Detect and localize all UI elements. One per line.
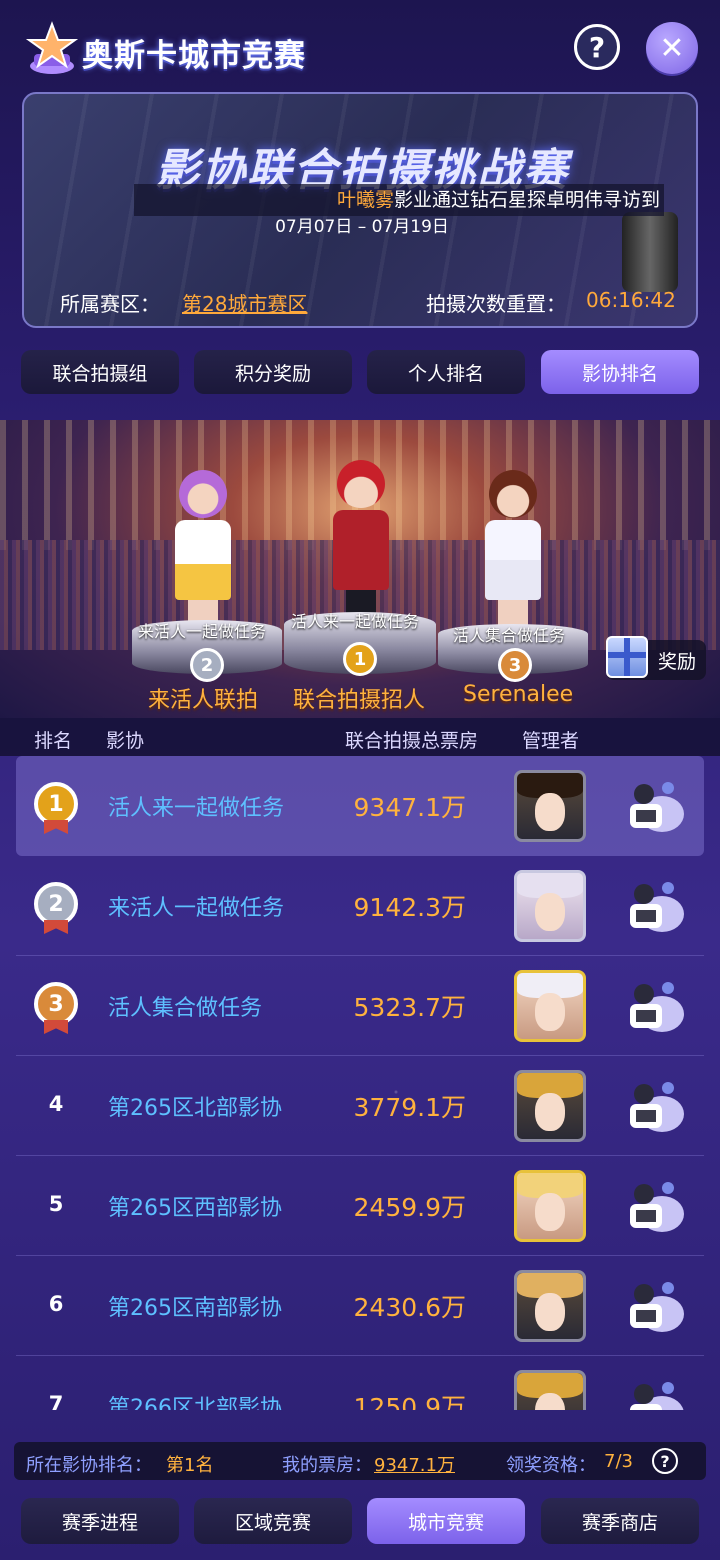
help-button[interactable]: ? bbox=[574, 24, 620, 70]
manager-avatar[interactable] bbox=[514, 970, 586, 1042]
manager-group-icon[interactable] bbox=[622, 1376, 686, 1410]
guild-votes: 3779.1万 bbox=[353, 1093, 466, 1122]
manager-group-icon[interactable] bbox=[622, 1176, 686, 1236]
guild-rank-label: 所在影协排名： bbox=[26, 1455, 152, 1476]
first-place-team: 活人来一起做任务 bbox=[291, 612, 420, 631]
gift-icon[interactable] bbox=[606, 636, 648, 678]
manager-avatar[interactable] bbox=[514, 1070, 586, 1142]
second-place-team: 来活人一起做任务 bbox=[138, 622, 267, 641]
guild-votes: 2430.6万 bbox=[353, 1293, 466, 1322]
medal-ribbon bbox=[44, 820, 68, 834]
guild-name[interactable]: 第265区南部影协 bbox=[108, 1290, 282, 1322]
bronze-medal-icon: 3 bbox=[498, 648, 532, 682]
guild-votes: 5323.7万 bbox=[353, 993, 466, 1022]
qualify-label: 领奖资格： bbox=[506, 1455, 596, 1476]
third-place-name: Serenalee bbox=[463, 682, 574, 707]
guild-votes: 9347.1万 bbox=[353, 793, 466, 822]
question-mark-icon: ? bbox=[588, 30, 606, 64]
header-rank: 排名 bbox=[34, 730, 73, 752]
oscar-star-logo-icon bbox=[25, 21, 79, 74]
third-place-character bbox=[478, 470, 548, 640]
guild-name[interactable]: 第265区西部影协 bbox=[108, 1190, 282, 1222]
manager-avatar[interactable] bbox=[514, 1370, 586, 1410]
close-icon: ✕ bbox=[659, 30, 685, 66]
announcement-text: 影业通过钻石星探卓明伟寻访到 bbox=[393, 189, 660, 211]
header-manager: 管理者 bbox=[522, 730, 580, 752]
reset-countdown: 06:16:42 bbox=[586, 288, 676, 312]
first-place-name: 联合拍摄招人 bbox=[293, 688, 426, 713]
medal-ribbon bbox=[44, 920, 68, 934]
nav-season-shop[interactable]: 赛季商店 bbox=[541, 1498, 699, 1544]
tab-points-reward[interactable]: 积分奖励 bbox=[194, 350, 352, 394]
manager-avatar[interactable] bbox=[514, 1170, 586, 1242]
medal-ribbon bbox=[44, 1020, 68, 1034]
guild-name[interactable]: 第266区北部影协 bbox=[108, 1390, 282, 1410]
tab-guild-ranking[interactable]: 影协排名 bbox=[541, 350, 699, 394]
table-row[interactable]: 1 活人来一起做任务 9347.1万 bbox=[16, 756, 704, 856]
guild-name[interactable]: 活人集合做任务 bbox=[108, 990, 262, 1022]
silver-medal-icon: 2 bbox=[34, 882, 78, 926]
close-button[interactable]: ✕ bbox=[646, 22, 698, 74]
event-banner: 影协联合拍摄挑战赛 叶曦雾影业通过钻石星探卓明伟寻访到 07月07日 – 07月… bbox=[22, 92, 698, 328]
table-row[interactable]: 7 第266区北部影协 1250.9万 bbox=[16, 1356, 704, 1410]
rank-number: 4 bbox=[48, 1092, 64, 1116]
gold-medal-icon: 1 bbox=[343, 642, 377, 676]
zone-link[interactable]: 第28城市赛区 bbox=[182, 288, 307, 317]
second-place-name: 来活人联拍 bbox=[148, 688, 259, 713]
manager-avatar[interactable] bbox=[514, 1270, 586, 1342]
rank-number: 7 bbox=[48, 1392, 64, 1410]
app-title: 奥斯卡城市竞赛 bbox=[82, 38, 306, 74]
tab-joint-shoot-group[interactable]: 联合拍摄组 bbox=[21, 350, 179, 394]
manager-group-icon[interactable] bbox=[622, 976, 686, 1036]
header: 奥斯卡城市竞赛 ? ✕ bbox=[0, 0, 720, 92]
guild-name[interactable]: 来活人一起做任务 bbox=[108, 890, 284, 922]
table-row[interactable]: 5 第265区西部影协 2459.9万 bbox=[16, 1156, 704, 1256]
reward-label: 奖励 bbox=[657, 650, 696, 673]
qualify-help-icon[interactable]: ? bbox=[652, 1448, 678, 1474]
table-row[interactable]: 4 第265区北部影协 3779.1万 bbox=[16, 1056, 704, 1156]
manager-avatar[interactable] bbox=[514, 770, 586, 842]
table-row[interactable]: 3 活人集合做任务 5323.7万 bbox=[16, 956, 704, 1056]
my-votes-label: 我的票房： bbox=[282, 1455, 372, 1476]
guild-votes: 9142.3万 bbox=[353, 893, 466, 922]
guild-rank-value: 第1名 bbox=[166, 1455, 214, 1476]
tab-personal-ranking[interactable]: 个人排名 bbox=[367, 350, 525, 394]
guild-votes: 1250.9万 bbox=[353, 1393, 466, 1410]
third-place-team: 活人集合做任务 bbox=[453, 626, 566, 645]
manager-group-icon[interactable] bbox=[622, 1076, 686, 1136]
qualify-value: 7/3 bbox=[604, 1451, 633, 1472]
rank-number: 6 bbox=[48, 1292, 64, 1316]
guild-votes: 2459.9万 bbox=[353, 1193, 466, 1222]
nav-city-contest[interactable]: 城市竞赛 bbox=[367, 1498, 525, 1544]
guild-name[interactable]: 活人来一起做任务 bbox=[108, 790, 284, 822]
event-date-range: 07月07日 – 07月19日 bbox=[275, 217, 449, 237]
ranking-list[interactable]: 1 活人来一起做任务 9347.1万 2 来活人一起做任务 9142.3万 3 … bbox=[0, 756, 720, 1410]
manager-group-icon[interactable] bbox=[622, 876, 686, 936]
ranking-table-header: 排名 影协 联合拍摄总票房 管理者 bbox=[0, 718, 720, 756]
my-status-bar: 所在影协排名： 第1名 我的票房： 9347.1万 领奖资格： 7/3 ? bbox=[14, 1442, 706, 1480]
announcement-player-name: 叶曦雾 bbox=[336, 189, 394, 211]
table-row[interactable]: 2 来活人一起做任务 9142.3万 bbox=[16, 856, 704, 956]
guild-name[interactable]: 第265区北部影协 bbox=[108, 1090, 282, 1122]
zone-label: 所属赛区： bbox=[60, 292, 160, 316]
silver-medal-icon: 2 bbox=[190, 648, 224, 682]
table-row[interactable]: 6 第265区南部影协 2430.6万 bbox=[16, 1256, 704, 1356]
nav-season-progress[interactable]: 赛季进程 bbox=[21, 1498, 179, 1544]
second-place-character bbox=[168, 470, 238, 640]
bronze-medal-icon: 3 bbox=[34, 982, 78, 1026]
nav-region-contest[interactable]: 区域竞赛 bbox=[194, 1498, 352, 1544]
header-votes: 联合拍摄总票房 bbox=[345, 730, 479, 752]
manager-group-icon[interactable] bbox=[622, 776, 686, 836]
my-votes-value: 9347.1万 bbox=[374, 1455, 455, 1476]
manager-avatar[interactable] bbox=[514, 870, 586, 942]
gold-medal-icon: 1 bbox=[34, 782, 78, 826]
manager-group-icon[interactable] bbox=[622, 1276, 686, 1336]
rank-number: 5 bbox=[48, 1192, 64, 1216]
reset-label: 拍摄次数重置： bbox=[426, 292, 566, 316]
header-guild: 影协 bbox=[106, 730, 145, 752]
